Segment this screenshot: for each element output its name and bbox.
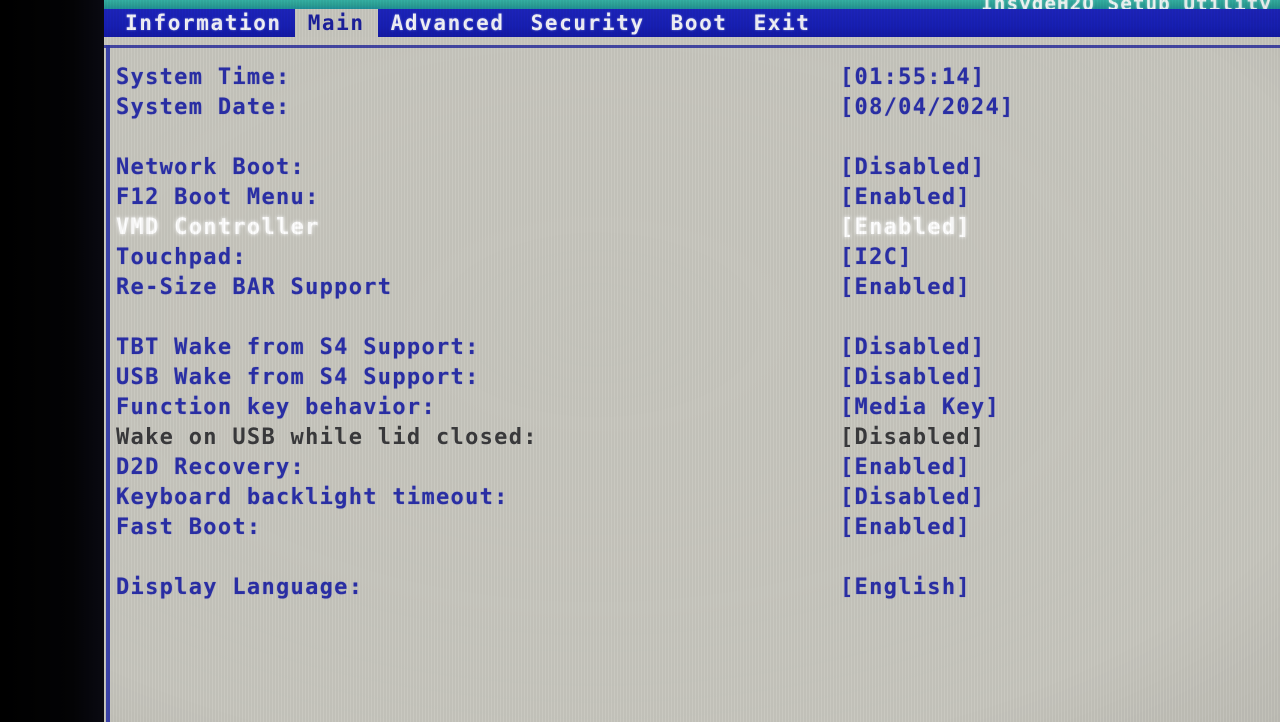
- setting-row-re-size-bar-support[interactable]: Re-Size BAR Support [Enabled]: [104, 272, 1280, 302]
- setting-value[interactable]: [Enabled]: [840, 275, 971, 300]
- setting-row-system-date[interactable]: System Date: [08/04/2024]: [104, 92, 1280, 122]
- setting-value[interactable]: [01:55:14]: [840, 65, 985, 90]
- setting-row-fast-boot[interactable]: Fast Boot: [Enabled]: [104, 512, 1280, 542]
- tab-boot[interactable]: Boot: [658, 9, 741, 37]
- setting-value[interactable]: [Disabled]: [840, 485, 985, 510]
- setting-label: System Date:: [116, 94, 291, 120]
- setting-label: Re-Size BAR Support: [116, 274, 393, 300]
- setting-row-tbt-wake-from-s4-support[interactable]: TBT Wake from S4 Support: [Disabled]: [104, 332, 1280, 362]
- setting-value[interactable]: [Media Key]: [840, 395, 1000, 420]
- setting-label: Function key behavior:: [116, 394, 436, 420]
- setting-label: TBT Wake from S4 Support:: [116, 334, 480, 360]
- title-band: InsydeH2O Setup Utility: [104, 0, 1280, 9]
- settings-list: System Time: [01:55:14] System Date: [08/04…: [104, 48, 1280, 722]
- setting-label: Touchpad:: [116, 244, 247, 270]
- bios-photo: InsydeH2O Setup Utility InformationMainA…: [0, 0, 1280, 722]
- setting-value[interactable]: [English]: [840, 575, 971, 600]
- setting-row-network-boot[interactable]: Network Boot: [Disabled]: [104, 152, 1280, 182]
- tab-information[interactable]: Information: [112, 9, 295, 37]
- setting-value[interactable]: [Enabled]: [840, 455, 971, 480]
- setting-label: Network Boot:: [116, 154, 306, 180]
- setting-value[interactable]: [Disabled]: [840, 425, 985, 450]
- setting-label: Wake on USB while lid closed:: [116, 424, 538, 450]
- tab-security[interactable]: Security: [518, 9, 658, 37]
- setting-label: USB Wake from S4 Support:: [116, 364, 480, 390]
- setting-row-display-language[interactable]: Display Language: [English]: [104, 572, 1280, 602]
- setting-value[interactable]: [Enabled]: [840, 515, 971, 540]
- setting-label: System Time:: [116, 64, 291, 90]
- setting-row-d2d-recovery[interactable]: D2D Recovery: [Enabled]: [104, 452, 1280, 482]
- setting-row-vmd-controller[interactable]: VMD Controller [Enabled]: [104, 212, 1280, 242]
- setting-row-f12-boot-menu[interactable]: F12 Boot Menu: [Enabled]: [104, 182, 1280, 212]
- setting-value[interactable]: [Enabled]: [840, 185, 971, 210]
- setting-row-usb-wake-from-s4-support[interactable]: USB Wake from S4 Support: [Disabled]: [104, 362, 1280, 392]
- setting-value[interactable]: [Disabled]: [840, 365, 985, 390]
- setting-label: Keyboard backlight timeout:: [116, 484, 509, 510]
- screen-bezel: [0, 0, 104, 722]
- setting-label: VMD Controller: [116, 214, 320, 240]
- menu-bar: Information Main Advanced Security Boot Exit: [104, 9, 1280, 37]
- setting-row-function-key-behavior[interactable]: Function key behavior: [Media Key]: [104, 392, 1280, 422]
- setting-value[interactable]: [Disabled]: [840, 335, 985, 360]
- setting-label: Fast Boot:: [116, 514, 262, 540]
- setting-row-keyboard-backlight-timeout[interactable]: Keyboard backlight timeout: [Disabled]: [104, 482, 1280, 512]
- utility-title: InsydeH2O Setup Utility: [981, 0, 1272, 9]
- setting-value[interactable]: [Disabled]: [840, 155, 985, 180]
- setting-label: Display Language:: [116, 574, 364, 600]
- setting-row-wake-on-usb-while-lid-closed[interactable]: Wake on USB while lid closed: [Disabled]: [104, 422, 1280, 452]
- setting-label: F12 Boot Menu:: [116, 184, 320, 210]
- setting-label: D2D Recovery:: [116, 454, 306, 480]
- setting-row-touchpad[interactable]: Touchpad: [I2C]: [104, 242, 1280, 272]
- bios-screen: InsydeH2O Setup Utility InformationMainA…: [104, 0, 1280, 722]
- tab-main[interactable]: Main: [294, 9, 378, 37]
- setting-value[interactable]: [08/04/2024]: [840, 95, 1015, 120]
- tab-exit[interactable]: Exit: [741, 9, 824, 37]
- list-top-padding: [104, 48, 1280, 62]
- tab-advanced[interactable]: Advanced: [378, 9, 518, 37]
- setting-value[interactable]: [I2C]: [840, 245, 913, 270]
- setting-value[interactable]: [Enabled]: [840, 215, 971, 240]
- setting-row-system-time[interactable]: System Time: [01:55:14]: [104, 62, 1280, 92]
